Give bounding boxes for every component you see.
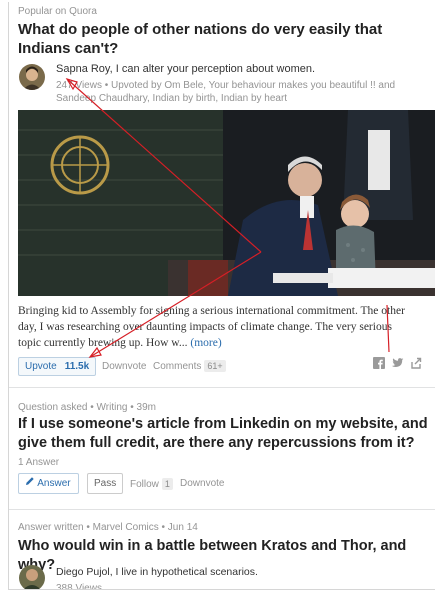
follow-button[interactable]: Follow 1: [130, 478, 173, 490]
author-avatar[interactable]: [19, 64, 45, 90]
comments-button[interactable]: Comments 61+: [153, 360, 226, 372]
downvote-button[interactable]: Downvote: [102, 361, 146, 372]
comments-count: 61+: [204, 360, 226, 372]
upvote-button[interactable]: Upvote 11.5k: [18, 357, 97, 376]
author-bio: , I live in hypothetical scenarios.: [109, 566, 258, 578]
facebook-icon[interactable]: [373, 357, 385, 372]
twitter-icon[interactable]: [391, 357, 404, 372]
author-name[interactable]: Diego Pujol: [56, 566, 110, 578]
quora-feed: Popular on Quora What do people of other…: [8, 2, 435, 590]
answer-count[interactable]: 1 Answer: [18, 457, 59, 468]
view-count: 388 Views: [56, 583, 102, 590]
view-count: 247: [56, 80, 73, 91]
author-line: Diego Pujol, I live in hypothetical scen…: [56, 566, 258, 578]
pass-button[interactable]: Pass: [87, 473, 124, 494]
follow-count: 1: [161, 478, 173, 490]
author-bio: , I can alter your perception about wome…: [109, 63, 316, 75]
author-line: Sapna Roy, I can alter your perception a…: [56, 63, 315, 75]
answer-stats: 247 Views • Upvoted by Om Bele, Your beh…: [56, 80, 396, 104]
question-title[interactable]: If I use someone's article from Linkedin…: [18, 415, 435, 453]
item-context: Question asked • Writing • 39m: [18, 402, 156, 413]
item-context: Popular on Quora: [18, 6, 97, 17]
feed-item-popular: Popular on Quora What do people of other…: [9, 2, 435, 388]
share-icon[interactable]: [410, 357, 422, 372]
feed-item-answer: Answer written • Marvel Comics • Jun 14 …: [9, 510, 435, 590]
pencil-icon: [25, 477, 37, 489]
downvote-button[interactable]: Downvote: [180, 478, 224, 489]
answer-body[interactable]: Bringing kid to Assembly for signing a s…: [18, 303, 433, 351]
item-context: Answer written • Marvel Comics • Jun 14: [18, 522, 198, 533]
question-title[interactable]: What do people of other nations do very …: [18, 20, 428, 58]
feed-item-question: Question asked • Writing • 39m If I use …: [9, 388, 435, 510]
author-avatar[interactable]: [19, 565, 45, 589]
answer-button[interactable]: Answer: [18, 473, 79, 494]
answer-photo[interactable]: [18, 110, 435, 296]
upvote-count: 11.5k: [64, 361, 90, 372]
more-link[interactable]: (more): [190, 337, 221, 349]
author-name[interactable]: Sapna Roy: [56, 63, 110, 75]
